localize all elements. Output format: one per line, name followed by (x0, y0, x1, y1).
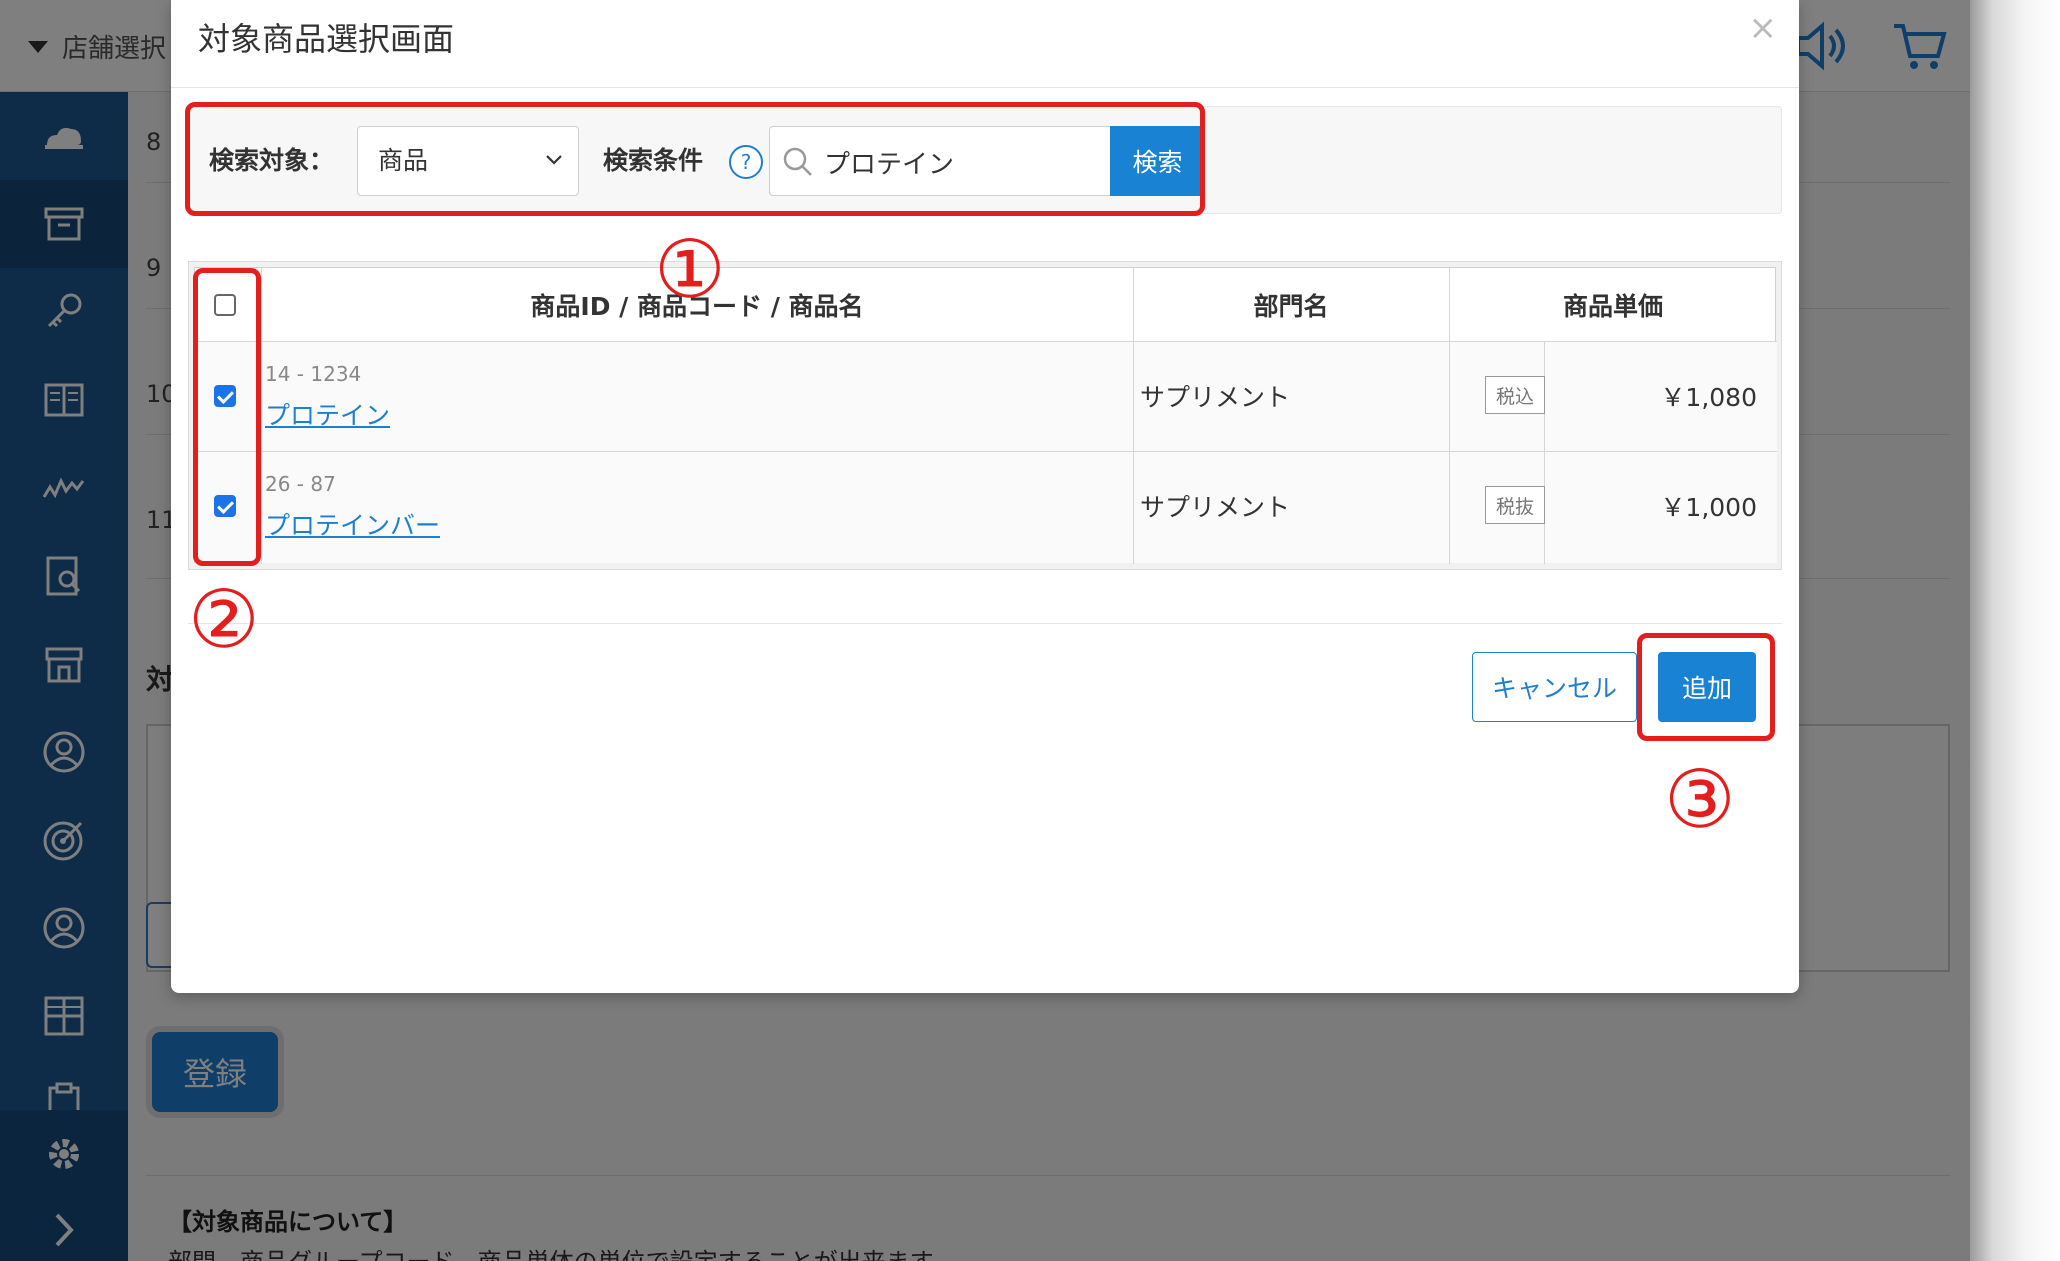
product-table: 商品ID / 商品コード / 商品名 部門名 商品単価 14 - 1234 プロ… (194, 267, 1777, 564)
product-name-link[interactable]: プロテインバー (265, 506, 440, 542)
annotation-box-checkboxes (193, 268, 261, 566)
unit-price: ￥1,000 (1660, 493, 1757, 522)
close-icon[interactable]: × (1749, 8, 1778, 48)
divider (1133, 268, 1134, 564)
tax-badge: 税込 (1485, 376, 1545, 414)
divider (188, 623, 1782, 624)
unit-price: ￥1,080 (1660, 383, 1757, 412)
cancel-button[interactable]: キャンセル (1472, 652, 1637, 722)
divider (1544, 341, 1545, 564)
department-name: サプリメント (1140, 383, 1291, 412)
divider (195, 451, 1777, 452)
annotation-number-2: ② (188, 573, 260, 666)
department-name: サプリメント (1140, 493, 1291, 522)
product-id: 14 - 1234 (265, 362, 362, 386)
product-name-link[interactable]: プロテイン (265, 396, 390, 432)
divider (261, 268, 262, 564)
annotation-number-1: ① (654, 223, 726, 316)
annotation-box-add (1637, 633, 1775, 741)
divider (195, 341, 1777, 342)
background-app: 店舗選択 (0, 0, 1970, 1261)
product-id: 26 - 87 (265, 472, 336, 496)
annotation-number-3: ③ (1664, 753, 1736, 846)
header-department: 部門名 (1253, 291, 1329, 321)
header-price: 商品単価 (1562, 291, 1663, 321)
product-table-wrapper: 商品ID / 商品コード / 商品名 部門名 商品単価 14 - 1234 プロ… (188, 261, 1782, 570)
annotation-box-search (185, 102, 1205, 216)
divider (1449, 268, 1450, 564)
tax-badge: 税抜 (1485, 486, 1545, 524)
modal-title: 対象商品選択画面 (198, 20, 455, 58)
window-shadow (1970, 0, 2060, 1261)
modal-header: 対象商品選択画面 × (171, 0, 1799, 88)
